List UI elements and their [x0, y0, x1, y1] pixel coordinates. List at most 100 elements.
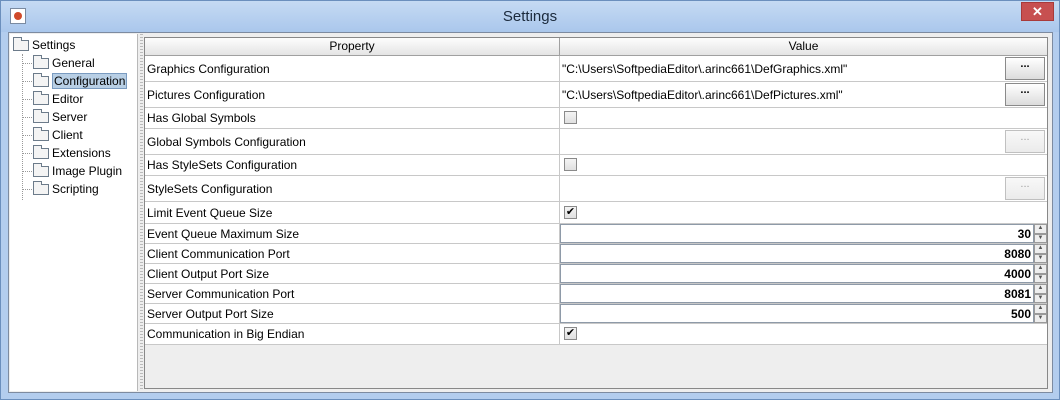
tree-connector [22, 117, 32, 118]
value-cell: 8080 ▲ ▼ [560, 244, 1047, 263]
number-spinner-field[interactable]: 8080 [560, 244, 1034, 263]
tree-root-settings[interactable]: Settings [13, 36, 75, 54]
table-row: Limit Event Queue Size ✔ [145, 202, 1047, 224]
table-row: Client Communication Port 8080 ▲ ▼ [145, 244, 1047, 264]
property-name: Server Communication Port [145, 284, 560, 303]
table-row: Client Output Port Size 4000 ▲ ▼ [145, 264, 1047, 284]
number-spinner-field[interactable]: 4000 [560, 264, 1034, 283]
tree-item-label: Client [52, 128, 83, 142]
folder-icon [33, 73, 49, 88]
column-header-value[interactable]: Value [560, 38, 1047, 55]
number-spinner-field[interactable]: 500 [560, 304, 1034, 323]
tree-connector [22, 81, 32, 82]
title-bar[interactable]: Settings ✕ [1, 1, 1059, 32]
spinner-up-icon[interactable]: ▲ [1034, 304, 1047, 314]
property-name: StyleSets Configuration [145, 176, 560, 201]
tree-connector [22, 171, 32, 172]
checkbox[interactable] [564, 158, 577, 171]
tree-item-image-plugin[interactable]: Image Plugin [33, 162, 122, 180]
spinner-up-icon[interactable]: ▲ [1034, 224, 1047, 234]
spinner-down-icon[interactable]: ▼ [1034, 313, 1047, 323]
browse-button[interactable]: ... [1005, 57, 1045, 80]
checkbox[interactable] [564, 111, 577, 124]
split-pane-divider[interactable] [140, 34, 143, 391]
window-title: Settings [502, 8, 558, 25]
folder-icon [33, 109, 49, 124]
value-cell: 30 ▲ ▼ [560, 224, 1047, 243]
tree-item-general[interactable]: General [33, 54, 95, 72]
property-name: Event Queue Maximum Size [145, 224, 560, 243]
value-cell: 4000 ▲ ▼ [560, 264, 1047, 283]
tree-item-client[interactable]: Client [33, 126, 83, 144]
folder-icon [33, 181, 49, 196]
spinner-up-icon[interactable]: ▲ [1034, 244, 1047, 254]
property-name: Has StyleSets Configuration [145, 155, 560, 175]
browse-button: ... [1005, 130, 1045, 153]
tree-item-label: Server [52, 110, 88, 124]
table-row: Graphics Configuration "C:\Users\Softped… [145, 56, 1047, 82]
table-header: Property Value [145, 38, 1047, 56]
table-row: Event Queue Maximum Size 30 ▲ ▼ [145, 224, 1047, 244]
value-cell: ... [560, 176, 1047, 201]
spinner-down-icon[interactable]: ▼ [1034, 273, 1047, 283]
tree-item-scripting[interactable]: Scripting [33, 180, 99, 198]
column-header-property[interactable]: Property [145, 38, 560, 55]
tree-item-server[interactable]: Server [33, 108, 87, 126]
content-area: Settings General Configuration Editor Se… [8, 32, 1053, 393]
browse-button[interactable]: ... [1005, 83, 1045, 106]
value-cell[interactable]: "C:\Users\SoftpediaEditor\.arinc661\DefG… [560, 56, 1047, 81]
table-row: Communication in Big Endian ✔ [145, 324, 1047, 345]
value-cell: ✔ [560, 202, 1047, 223]
close-button[interactable]: ✕ [1021, 2, 1054, 21]
path-value[interactable]: "C:\Users\SoftpediaEditor\.arinc661\DefP… [562, 82, 843, 107]
path-value[interactable]: "C:\Users\SoftpediaEditor\.arinc661\DefG… [562, 56, 847, 81]
checkbox[interactable]: ✔ [564, 205, 577, 219]
folder-icon [33, 55, 49, 70]
tree-connector [22, 63, 32, 64]
value-cell [560, 108, 1047, 128]
property-name: Server Output Port Size [145, 304, 560, 323]
spinner-down-icon[interactable]: ▼ [1034, 253, 1047, 263]
property-name: Limit Event Queue Size [145, 202, 560, 223]
tree-item-label: Configuration [52, 73, 128, 89]
tree-item-extensions[interactable]: Extensions [33, 144, 111, 162]
properties-table: Property Value Graphics Configuration "C… [144, 37, 1048, 389]
browse-button: ... [1005, 177, 1045, 200]
checkbox[interactable]: ✔ [564, 327, 577, 340]
property-name: Pictures Configuration [145, 82, 560, 107]
folder-open-icon [13, 37, 29, 52]
table-row: Server Communication Port 8081 ▲ ▼ [145, 284, 1047, 304]
spinner-up-icon[interactable]: ▲ [1034, 264, 1047, 274]
folder-icon [33, 91, 49, 106]
tree-connector [22, 54, 23, 200]
folder-icon [33, 163, 49, 178]
settings-tree: Settings General Configuration Editor Se… [10, 34, 138, 391]
number-spinner-field[interactable]: 8081 [560, 284, 1034, 303]
spinner-down-icon[interactable]: ▼ [1034, 293, 1047, 303]
table-row: Has StyleSets Configuration [145, 155, 1047, 176]
number-spinner-field[interactable]: 30 [560, 224, 1034, 243]
tree-item-label: Extensions [52, 146, 111, 160]
tree-connector [22, 99, 32, 100]
tree-connector [22, 189, 32, 190]
table-row: Server Output Port Size 500 ▲ ▼ [145, 304, 1047, 324]
settings-window: Settings ✕ Settings General Configuratio… [0, 0, 1060, 400]
tree-item-label: Editor [52, 92, 84, 106]
tree-item-configuration[interactable]: Configuration [33, 72, 128, 90]
tree-root-label: Settings [32, 38, 76, 52]
property-name: Graphics Configuration [145, 56, 560, 81]
property-name: Has Global Symbols [145, 108, 560, 128]
table-row: StyleSets Configuration ... [145, 176, 1047, 202]
tree-connector [22, 153, 32, 154]
property-name: Communication in Big Endian [145, 324, 560, 344]
folder-icon [33, 127, 49, 142]
spinner-up-icon[interactable]: ▲ [1034, 284, 1047, 294]
property-name: Client Output Port Size [145, 264, 560, 283]
tree-item-label: Image Plugin [52, 164, 123, 178]
tree-connector [22, 135, 32, 136]
tree-item-label: Scripting [52, 182, 99, 196]
value-cell: 500 ▲ ▼ [560, 304, 1047, 323]
spinner-down-icon[interactable]: ▼ [1034, 233, 1047, 243]
tree-item-editor[interactable]: Editor [33, 90, 83, 108]
value-cell[interactable]: "C:\Users\SoftpediaEditor\.arinc661\DefP… [560, 82, 1047, 107]
